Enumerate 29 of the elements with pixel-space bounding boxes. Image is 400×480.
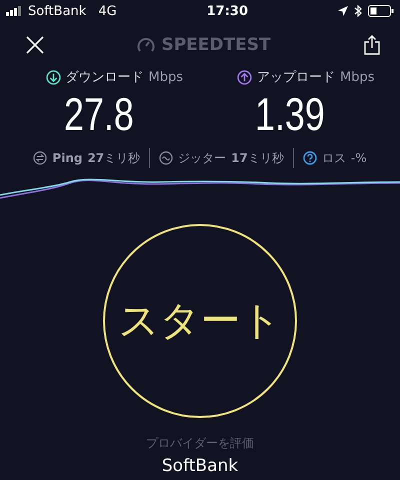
gauge-icon bbox=[137, 37, 156, 53]
result-label: アップロード bbox=[257, 69, 335, 86]
speed-value: 1.39 bbox=[255, 87, 325, 142]
network-type: 4G bbox=[98, 4, 117, 18]
metric-label: Ping bbox=[52, 151, 82, 165]
unit-label: Mbps bbox=[340, 70, 374, 84]
share-icon[interactable] bbox=[364, 35, 380, 55]
help-icon bbox=[302, 151, 317, 165]
close-icon[interactable] bbox=[26, 36, 44, 54]
battery-icon bbox=[368, 5, 394, 17]
bluetooth-icon bbox=[354, 5, 362, 17]
provider-label: プロバイダーを評価 bbox=[146, 435, 254, 452]
speed-value: 27.8 bbox=[64, 87, 134, 142]
app-title: SPEEDTEST bbox=[161, 35, 271, 55]
wave-icon bbox=[159, 151, 174, 165]
start-button[interactable]: スタート bbox=[103, 224, 297, 418]
result-label: ダウンロード bbox=[66, 69, 144, 86]
ping-icon bbox=[33, 151, 48, 165]
metric-value: -% bbox=[350, 151, 367, 165]
carrier-name: SoftBank bbox=[28, 4, 86, 18]
location-icon bbox=[338, 6, 348, 16]
download-icon bbox=[46, 70, 60, 84]
upload-icon bbox=[237, 70, 252, 84]
provider-name[interactable]: SoftBank bbox=[162, 456, 238, 476]
metric-label: ロス bbox=[322, 150, 346, 166]
metric-label: ジッター bbox=[178, 150, 226, 166]
unit-label: Mbps bbox=[148, 70, 183, 84]
clock-time: 17:30 bbox=[206, 4, 248, 18]
signal-icon bbox=[6, 6, 22, 16]
